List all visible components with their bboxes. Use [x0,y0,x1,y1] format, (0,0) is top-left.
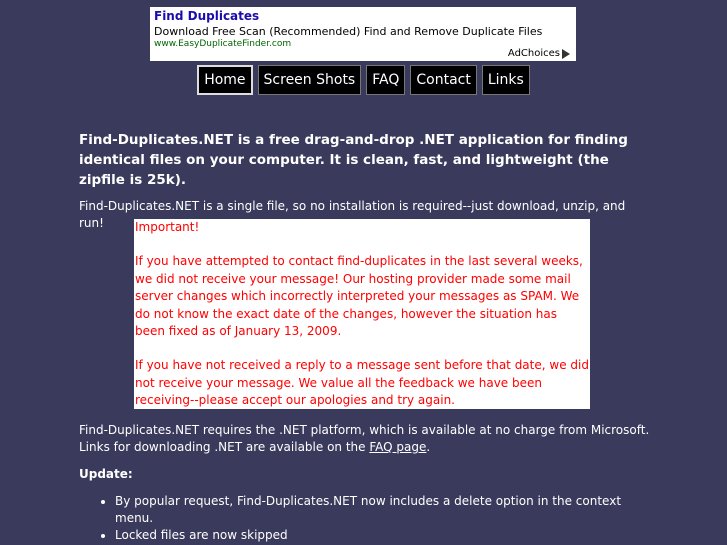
requirements-paragraph: Find-Duplicates.NET requires the .NET pl… [79,422,659,456]
lower-content: Find-Duplicates.NET requires the .NET pl… [79,422,659,544]
main-nav: Home Screen Shots FAQ Contact Links [0,65,727,95]
requirements-text: Find-Duplicates.NET requires the .NET pl… [79,423,650,454]
ad-choices-label: AdChoices [507,48,560,59]
ad-choices[interactable]: AdChoices [508,48,570,59]
notice-paragraph-1: If you have attempted to contact find-du… [135,254,583,339]
page: Find Duplicates Download Free Scan (Reco… [0,0,727,545]
nav-home-button[interactable]: Home [197,65,253,95]
nav-faq-button[interactable]: FAQ [366,65,406,95]
list-item: By popular request, Find-Duplicates.NET … [115,493,659,527]
nav-links-button[interactable]: Links [481,65,530,95]
ad-title-link[interactable]: Find Duplicates [154,9,572,24]
nav-contact-button[interactable]: Contact [410,65,477,95]
ad-choices-icon [562,48,570,59]
requirements-end: . [426,440,431,454]
important-notice: Important! If you have attempted to cont… [134,219,590,409]
ad-description: Download Free Scan (Recommended) Find an… [154,25,543,38]
notice-heading: Important! [135,220,200,234]
lead-paragraph: Find-Duplicates.NET is a free drag-and-d… [79,132,628,188]
list-item: Locked files are now skipped [115,527,659,544]
nav-screenshots-button[interactable]: Screen Shots [257,65,362,95]
update-list: By popular request, Find-Duplicates.NET … [79,493,659,544]
notice-paragraph-2: If you have not received a reply to a me… [135,358,589,408]
update-heading: Update: [79,467,133,481]
ad-banner[interactable]: Find Duplicates Download Free Scan (Reco… [150,7,576,61]
faq-page-link[interactable]: FAQ page [369,440,426,454]
